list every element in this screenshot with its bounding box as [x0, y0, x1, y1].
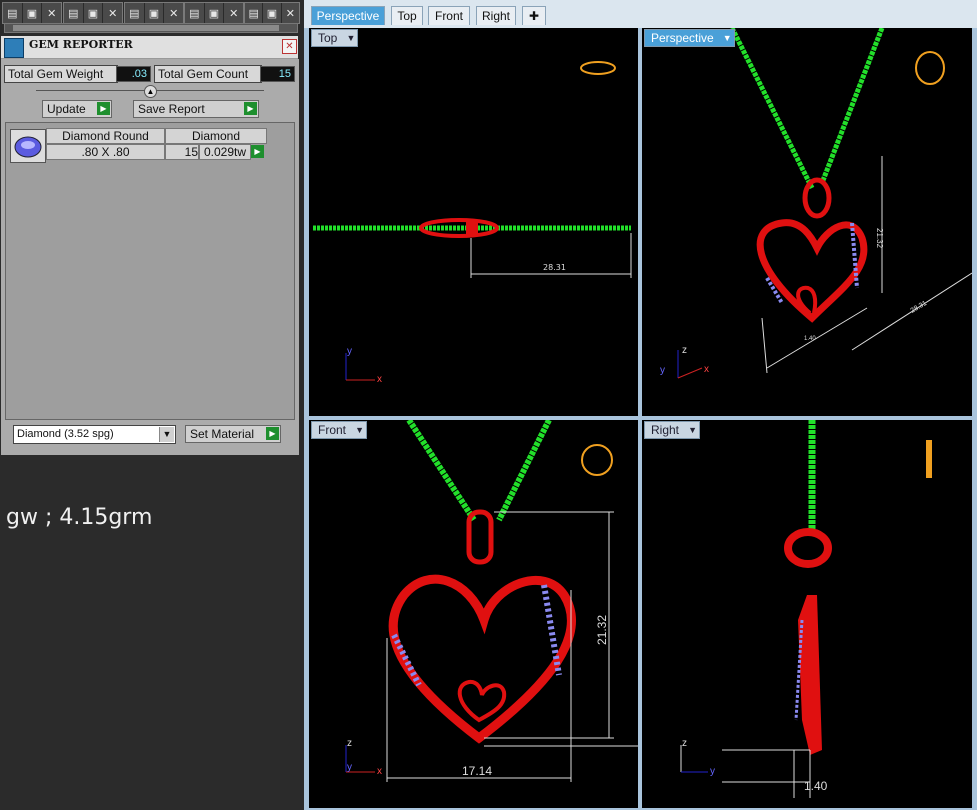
svg-text:x: x — [377, 374, 382, 385]
save-icon[interactable]: ▤ — [185, 3, 205, 23]
close-icon[interactable]: ✕ — [42, 3, 61, 23]
close-icon[interactable]: ✕ — [103, 3, 122, 23]
svg-text:x: x — [377, 766, 382, 777]
viewport-top[interactable]: 28.31 y x Top ▼ — [309, 28, 638, 416]
chevron-down-icon: ▼ — [346, 33, 356, 43]
total-gem-count-label: Total Gem Count — [154, 65, 262, 83]
perspective-dim-depth: 1.40 — [804, 336, 816, 342]
gem-row-play-icon[interactable]: ▶ — [251, 145, 264, 158]
svg-text:z: z — [682, 345, 687, 356]
play-icon: ▶ — [266, 427, 279, 440]
gem-thumbnail[interactable] — [10, 129, 46, 163]
save-report-label: Save Report — [138, 102, 205, 116]
toolbar-scrollbar[interactable] — [4, 23, 298, 33]
svg-text:y: y — [660, 365, 665, 376]
viewport-right[interactable]: 1.40 z y Right ▼ — [642, 420, 972, 808]
right-dim-depth: 1.40 — [804, 779, 828, 793]
copy-icon[interactable]: ▣ — [84, 3, 104, 23]
copy-icon[interactable]: ▣ — [23, 3, 43, 23]
svg-text:x: x — [704, 364, 709, 375]
chevron-down-icon: ▼ — [355, 425, 365, 435]
gold-weight-note-text: gw ; 4.15grm — [6, 505, 153, 530]
close-icon[interactable]: ✕ — [164, 3, 183, 23]
total-gem-count-value: 15 — [260, 66, 295, 82]
viewport-tabs: Perspective Top Front Right ✚ — [304, 0, 977, 28]
viewport-label-right-text: Right — [651, 423, 680, 437]
svg-text:y: y — [347, 346, 352, 357]
perspective-dim-height: 21.32 — [875, 228, 884, 249]
gem-weight: 0.029tw — [199, 144, 251, 160]
svg-text:z: z — [682, 738, 687, 749]
total-gem-weight-label: Total Gem Weight — [4, 65, 118, 83]
save-icon[interactable]: ▤ — [245, 3, 264, 23]
save-icon[interactable]: ▤ — [64, 3, 84, 23]
close-icon[interactable]: ✕ — [282, 3, 299, 23]
material-select[interactable]: Diamond (3.52 spg) ▼ — [13, 425, 176, 444]
set-material-button[interactable]: Set Material ▶ — [185, 425, 281, 443]
copy-icon[interactable]: ▣ — [205, 3, 225, 23]
close-icon[interactable]: ✕ — [224, 3, 243, 23]
panel-title: GEM REPORTER — [29, 38, 133, 51]
top-view-drawing: 28.31 y x — [313, 61, 632, 385]
chevron-down-icon: ▼ — [688, 425, 698, 435]
add-tab-button[interactable]: ✚ — [522, 6, 546, 25]
toolbar-group-3: ▤ ▣ ✕ — [124, 2, 184, 24]
copy-icon[interactable]: ▣ — [263, 3, 282, 23]
collapse-icon[interactable]: ▲ — [144, 85, 157, 98]
save-icon[interactable]: ▤ — [3, 3, 23, 23]
update-label: Update — [47, 102, 86, 116]
front-view-drawing: 21.32 17.14 z y x — [345, 420, 638, 782]
viewport-label-perspective-text: Perspective — [651, 31, 714, 45]
gem-header-shape: Diamond Round — [46, 128, 165, 144]
gem-count: 15 — [165, 144, 199, 160]
save-report-button[interactable]: Save Report ▶ — [133, 100, 259, 118]
chevron-down-icon: ▼ — [722, 33, 732, 43]
update-button[interactable]: Update ▶ — [42, 100, 112, 118]
viewport-perspective[interactable]: 21.32 28.31 1.40 z y x Perspective ▼ — [642, 28, 972, 416]
save-icon[interactable]: ▤ — [125, 3, 145, 23]
tab-top[interactable]: Top — [391, 6, 423, 25]
viewport-label-top[interactable]: Top ▼ — [311, 29, 359, 47]
viewport-label-front-text: Front — [318, 423, 347, 437]
copy-icon[interactable]: ▣ — [145, 3, 165, 23]
svg-text:y: y — [347, 762, 352, 773]
set-material-label: Set Material — [190, 427, 255, 441]
svg-text:z: z — [347, 738, 352, 749]
right-view-drawing: 1.40 z y — [680, 420, 932, 798]
material-select-value: Diamond (3.52 spg) — [17, 428, 114, 440]
viewport-label-perspective[interactable]: Perspective ▼ — [644, 29, 735, 47]
tab-front[interactable]: Front — [428, 6, 470, 25]
scrollbar-thumb[interactable] — [13, 25, 279, 31]
svg-text:y: y — [710, 766, 715, 777]
viewport-label-front[interactable]: Front ▼ — [311, 421, 368, 439]
tab-right[interactable]: Right — [476, 6, 516, 25]
viewport-label-top-text: Top — [318, 31, 338, 45]
play-icon: ▶ — [244, 102, 257, 115]
toolbar-group-5: ▤ ▣ ✕ — [244, 2, 300, 24]
gem-size: .80 X .80 — [46, 144, 165, 160]
chevron-down-icon: ▼ — [159, 427, 174, 442]
diamond-round-icon — [14, 136, 42, 158]
play-icon: ▶ — [97, 102, 110, 115]
total-gem-weight-value: .03 — [116, 66, 151, 82]
front-dim-height: 21.32 — [595, 615, 609, 645]
viewport-front[interactable]: 21.32 17.14 z y x Front ▼ — [309, 420, 638, 808]
front-dim-width: 17.14 — [462, 764, 492, 778]
toolbar-group-1: ▤ ▣ ✕ — [2, 2, 62, 24]
toolbar-group-4: ▤ ▣ ✕ — [184, 2, 244, 24]
perspective-dim-width: 28.31 — [910, 300, 929, 315]
toolbar-group-2: ▤ ▣ ✕ — [63, 2, 123, 24]
perspective-view-drawing: 21.32 28.31 1.40 z y x — [660, 28, 972, 379]
viewport-label-right[interactable]: Right ▼ — [644, 421, 701, 439]
close-icon[interactable]: ✕ — [282, 39, 297, 54]
gem-reporter-icon — [4, 38, 24, 58]
panel-title-bar: GEM REPORTER ✕ — [1, 36, 298, 59]
top-dimension: 28.31 — [543, 263, 566, 272]
gem-list: Diamond Round Diamond .80 X .80 15 0.029… — [5, 122, 295, 420]
gem-header-material: Diamond — [165, 128, 267, 144]
tab-perspective[interactable]: Perspective — [311, 6, 385, 25]
